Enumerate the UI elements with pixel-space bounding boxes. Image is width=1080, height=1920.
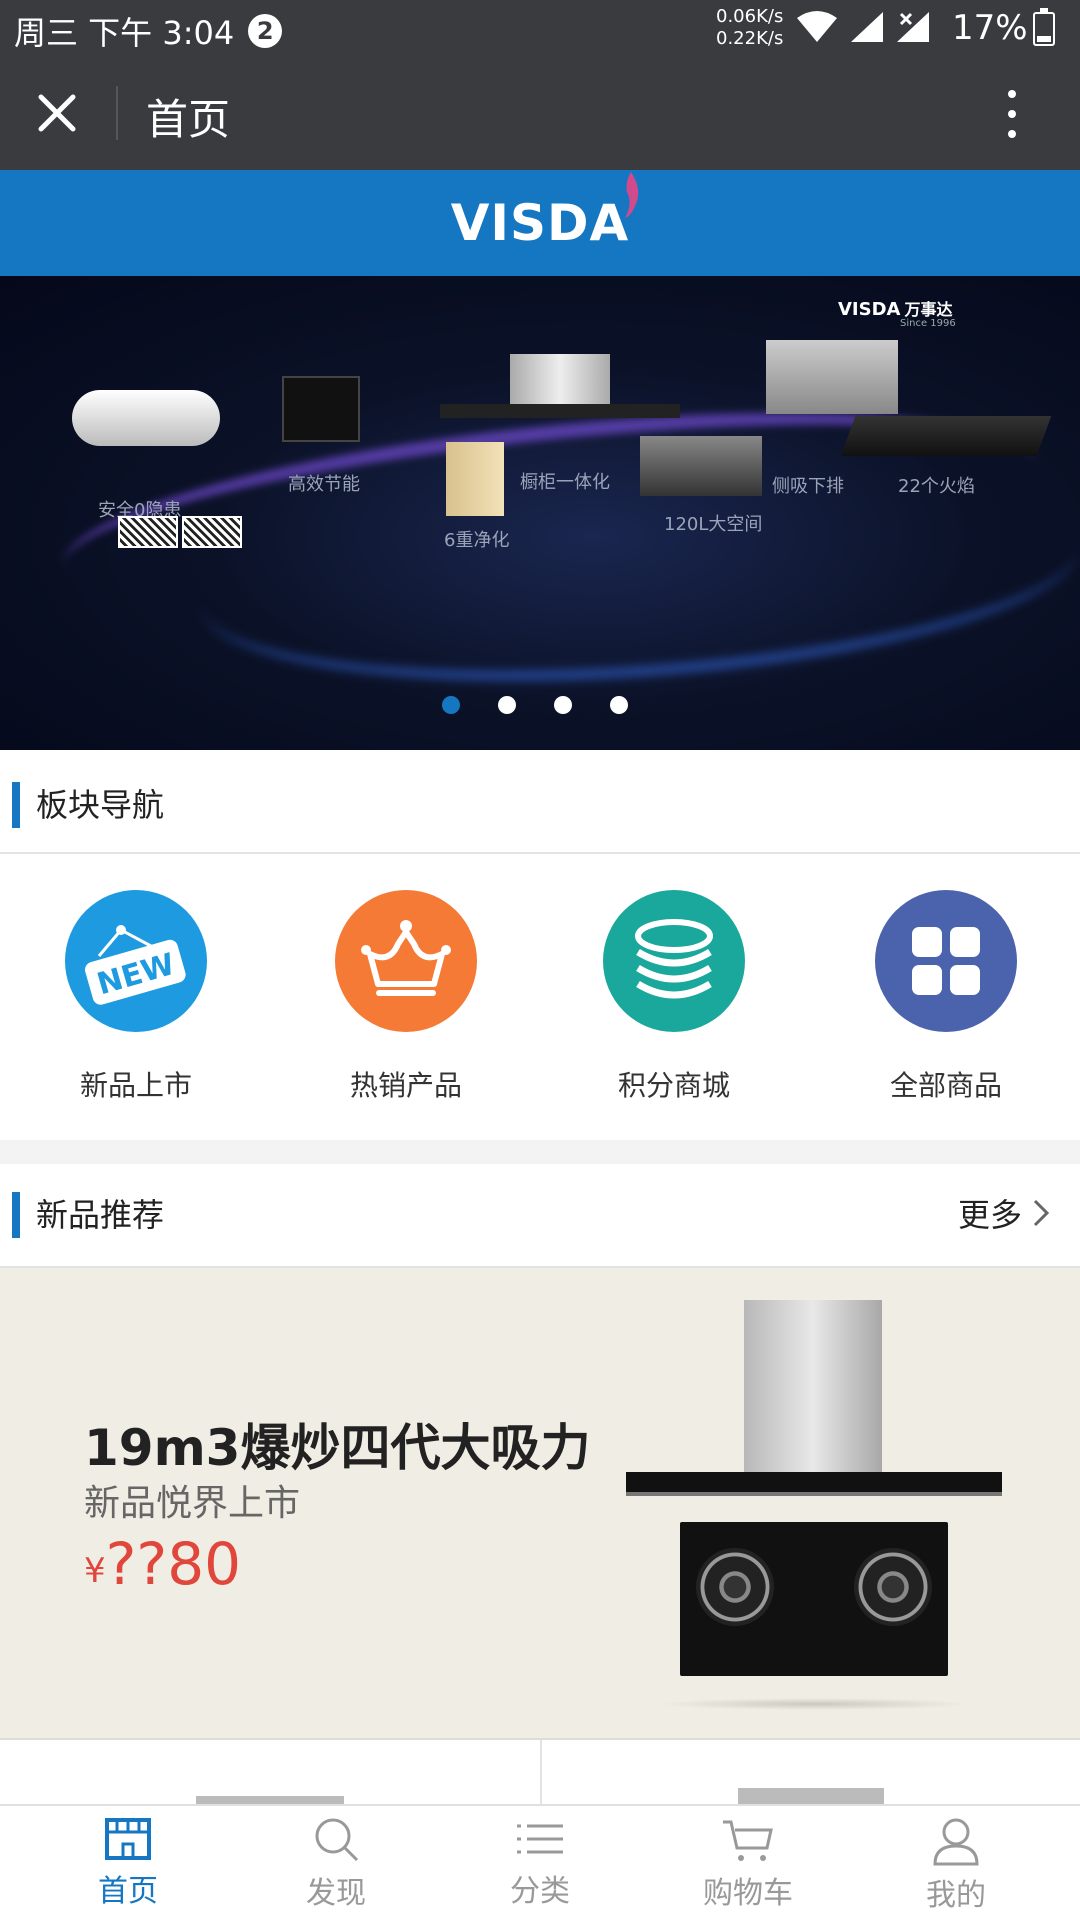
- section-separator: [0, 1140, 1080, 1164]
- status-icons: [795, 10, 931, 44]
- more-label: 更多: [957, 1196, 1022, 1234]
- battery-percent: 17%: [952, 8, 1028, 48]
- section-accent: [12, 1192, 20, 1238]
- gas-stove-image: [680, 1522, 948, 1676]
- status-time: 周三 下午 3:04: [14, 14, 235, 52]
- brand-header: VISDA: [0, 170, 1080, 276]
- carousel-indicators: [442, 696, 628, 714]
- new-badge-icon: NEW: [65, 890, 207, 1032]
- cart-icon: [723, 1820, 773, 1861]
- qr-code: [182, 516, 242, 548]
- coins-icon: [603, 890, 745, 1032]
- promo-banner[interactable]: VISDA 万事达 Since 1996 安全0隐患 高效节能 橱柜一体化 侧吸下…: [0, 276, 1080, 750]
- nav-item-points-mall[interactable]: 积分商城: [564, 890, 784, 1104]
- status-bar: 周三 下午 3:04 2 0.06K/s 0.22K/s 17%: [0, 0, 1080, 56]
- chevron-right-icon: [1033, 1199, 1050, 1227]
- user-icon: [933, 1818, 979, 1866]
- tab-label: 我的: [926, 1878, 986, 1913]
- featured-product-banner[interactable]: 19m3爆炒四代大吸力 新品悦界上市 ¥??80: [0, 1268, 1080, 1740]
- range-hood-image: [510, 354, 610, 406]
- speed-up: 0.06K/s: [716, 6, 784, 27]
- section-accent: [12, 782, 20, 828]
- featured-product-title: 19m3爆炒四代大吸力: [84, 1419, 591, 1477]
- carousel-dot[interactable]: [610, 696, 628, 714]
- integrated-stove-image: [766, 340, 898, 414]
- banner-since: Since 1996: [900, 318, 956, 329]
- nav-grid: NEW 新品上市 热销产品 积分商城 全部商品: [0, 854, 1080, 1140]
- product-label: 6重净化: [444, 530, 510, 551]
- close-icon: [38, 94, 76, 132]
- battery-icon: [1033, 8, 1055, 46]
- product-grid: [0, 1740, 1080, 1804]
- more-dot-icon: [1008, 110, 1016, 118]
- network-speed: 0.06K/s 0.22K/s: [716, 6, 783, 50]
- water-heater-image: [72, 390, 220, 446]
- qr-code: [118, 516, 178, 548]
- nav-item-label: 热销产品: [349, 1069, 462, 1102]
- tab-label: 首页: [98, 1874, 158, 1909]
- more-menu-button[interactable]: [990, 86, 1034, 142]
- nav-section-header: 板块导航: [0, 754, 1080, 854]
- more-link[interactable]: 更多: [958, 1190, 1050, 1236]
- toolbar-divider: [116, 86, 118, 140]
- disinfection-cabinet-image: [640, 436, 762, 496]
- carousel-dot[interactable]: [442, 696, 460, 714]
- tab-home[interactable]: 首页: [48, 1816, 208, 1910]
- crown-icon: [335, 890, 477, 1032]
- product-thumbnail[interactable]: [738, 1788, 884, 1804]
- range-hood-panel: [626, 1472, 1002, 1496]
- status-time-group: 周三 下午 3:04 2: [14, 8, 283, 54]
- new-products-header: 新品推荐 更多: [0, 1164, 1080, 1268]
- bottom-tab-bar: 首页 发现 分类 购物车 我的: [0, 1804, 1080, 1920]
- speed-down: 0.22K/s: [716, 28, 784, 49]
- top-toolbar: 首页: [0, 56, 1080, 170]
- brand-logo: VISDA: [451, 172, 639, 252]
- section-title: 板块导航: [36, 786, 165, 824]
- nav-item-label: 全部商品: [889, 1069, 1002, 1102]
- nav-item-new-arrivals[interactable]: NEW 新品上市: [26, 890, 246, 1104]
- product-label: 120L大空间: [664, 514, 763, 535]
- tab-discover[interactable]: 发现: [256, 1816, 416, 1912]
- notification-badge: 2: [248, 14, 283, 48]
- purifier-image: [446, 442, 504, 516]
- page-title: 首页: [146, 95, 231, 144]
- nav-item-hot-sales[interactable]: 热销产品: [296, 890, 516, 1104]
- signal-icon: [851, 12, 883, 42]
- featured-product-price: ¥??80: [84, 1530, 241, 1598]
- nav-item-all-products[interactable]: 全部商品: [836, 890, 1056, 1104]
- tab-label: 购物车: [703, 1876, 793, 1911]
- carousel-dot[interactable]: [498, 696, 516, 714]
- tab-profile[interactable]: 我的: [876, 1816, 1036, 1914]
- product-label: 高效节能: [288, 474, 360, 495]
- gas-hob-image: [840, 416, 1052, 456]
- signal-off-icon: [897, 12, 929, 42]
- product-label: 22个火焰: [898, 476, 975, 497]
- tab-cart[interactable]: 购物车: [668, 1816, 828, 1912]
- product-label: 侧吸下排: [772, 476, 844, 497]
- home-icon: [105, 1818, 151, 1860]
- more-dot-icon: [1008, 90, 1016, 98]
- section-title: 新品推荐: [36, 1196, 165, 1234]
- gas-heater-image: [282, 376, 360, 442]
- product-label: 橱柜一体化: [520, 472, 610, 493]
- more-dot-icon: [1008, 130, 1016, 138]
- tab-categories[interactable]: 分类: [460, 1816, 620, 1910]
- currency-symbol: ¥: [84, 1551, 106, 1591]
- close-button[interactable]: [24, 84, 90, 142]
- nav-item-label: 积分商城: [617, 1069, 730, 1102]
- carousel-dot[interactable]: [554, 696, 572, 714]
- nav-item-label: 新品上市: [79, 1069, 192, 1102]
- tab-label: 发现: [306, 1876, 366, 1911]
- wifi-icon: [797, 11, 837, 42]
- banner-brand: VISDA 万事达: [838, 299, 953, 320]
- list-icon: [517, 1824, 563, 1854]
- search-icon: [315, 1818, 359, 1862]
- featured-product-subtitle: 新品悦界上市: [84, 1483, 301, 1524]
- range-hood-image: [744, 1300, 882, 1474]
- price-value: ??80: [105, 1530, 242, 1598]
- flame-icon: [625, 172, 639, 218]
- product-thumbnail[interactable]: [196, 1796, 344, 1804]
- grid-icon: [875, 890, 1017, 1032]
- tab-label: 分类: [510, 1874, 570, 1909]
